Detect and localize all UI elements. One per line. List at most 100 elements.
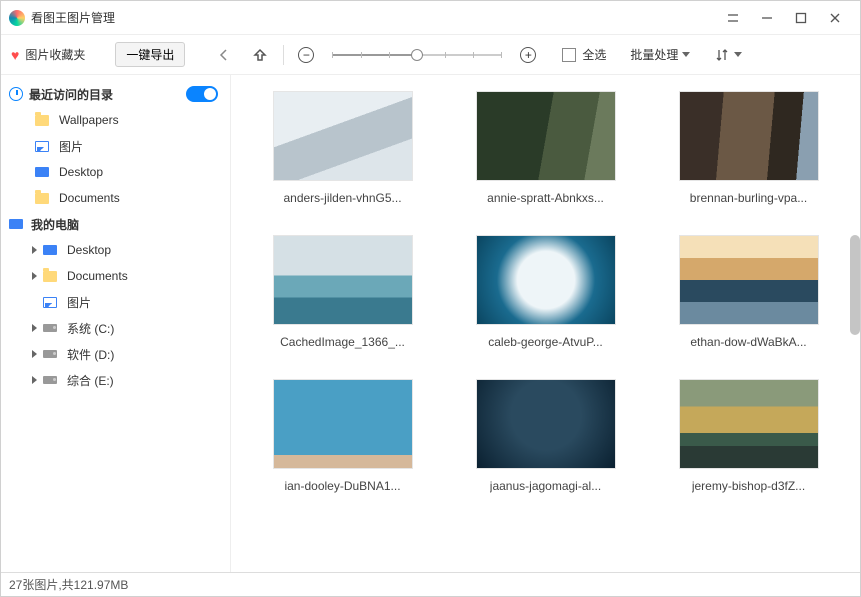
favorites-button[interactable]: ♥ 图片收藏夹 [11,46,85,63]
scrollbar-thumb[interactable] [850,235,860,335]
thumbnail-image [273,379,413,469]
sidebar-item-label: Desktop [67,243,111,257]
sidebar-item-label: Documents [59,191,120,205]
folder-icon [35,115,49,126]
select-all-checkbox[interactable]: 全选 [562,46,606,63]
thumbnail-grid-area: anders-jilden-vhnG5... annie-spratt-Abnkx… [231,75,860,572]
status-text: 27张图片,共121.97MB [9,576,128,593]
favorites-label: 图片收藏夹 [25,46,85,63]
zoom-out-button[interactable]: − [298,47,314,63]
thumbnail-label: annie-spratt-Abnkxs... [487,191,604,205]
thumbnail-label: CachedImage_1366_... [280,335,405,349]
sidebar-mypc-item[interactable]: 综合 (E:) [1,367,230,393]
window-title: 看图王图片管理 [31,9,716,26]
menu-button[interactable] [716,4,750,32]
toolbar: ♥ 图片收藏夹 一键导出 − + 全选 批量处理 [1,35,860,75]
back-button[interactable] [215,46,233,64]
close-button[interactable] [818,4,852,32]
statusbar: 27张图片,共121.97MB [1,572,860,596]
thumbnail-item[interactable]: CachedImage_1366_... [261,235,424,349]
recent-header-label: 最近访问的目录 [29,86,113,103]
titlebar: 看图王图片管理 [1,1,860,35]
thumbnail-label: ethan-dow-dWaBkA... [690,335,806,349]
my-pc-label: 我的电脑 [31,216,79,233]
thumbnail-item[interactable]: anders-jilden-vhnG5... [261,91,424,205]
drive-icon [43,324,57,332]
thumbnail-image [679,91,819,181]
sidebar-item-label: Wallpapers [59,113,119,127]
recent-toggle[interactable] [186,86,218,102]
clock-icon [9,87,23,101]
thumbnail-item[interactable]: caleb-george-AtvuP... [464,235,627,349]
up-button[interactable] [251,46,269,64]
thumbnail-item[interactable]: brennan-burling-vpa... [667,91,830,205]
pic-icon [35,141,49,152]
sidebar-mypc-item[interactable]: 软件 (D:) [1,341,230,367]
app-icon [9,10,25,26]
pic-icon [43,297,57,308]
thumbnail-item[interactable]: ethan-dow-dWaBkA... [667,235,830,349]
slider-thumb[interactable] [411,49,423,61]
chevron-down-icon [682,52,690,57]
thumbnail-image [679,235,819,325]
my-pc-header[interactable]: 我的电脑 [1,211,230,237]
export-button[interactable]: 一键导出 [115,42,185,67]
expander-icon [29,349,39,359]
thumbnail-item[interactable]: jeremy-bishop-d3fZ... [667,379,830,493]
thumbnail-label: brennan-burling-vpa... [690,191,807,205]
thumbnail-image [273,91,413,181]
expander-icon [29,297,39,307]
thumbnail-image [679,379,819,469]
batch-dropdown[interactable]: 批量处理 [630,46,690,63]
sidebar: 最近访问的目录 Wallpapers 图片 Desktop Documents 我的电… [1,75,231,572]
sidebar-item-label: 图片 [59,138,83,155]
folder-icon [35,193,49,204]
sidebar-recent-item[interactable]: Desktop [1,159,230,185]
thumbnail-item[interactable]: jaanus-jagomagi-al... [464,379,627,493]
folder-icon [43,271,57,282]
sidebar-recent-item[interactable]: 图片 [1,133,230,159]
maximize-button[interactable] [784,4,818,32]
thumbnail-item[interactable]: annie-spratt-Abnkxs... [464,91,627,205]
sidebar-item-label: Desktop [59,165,103,179]
checkbox-icon [562,48,576,62]
zoom-in-button[interactable]: + [520,47,536,63]
minimize-button[interactable] [750,4,784,32]
thumbnail-label: anders-jilden-vhnG5... [283,191,401,205]
thumbnail-label: jaanus-jagomagi-al... [490,479,601,493]
sidebar-item-label: 图片 [67,294,91,311]
thumbnail-item[interactable]: ian-dooley-DuBNA1... [261,379,424,493]
window-controls [716,4,852,32]
sidebar-mypc-item[interactable]: 图片 [1,289,230,315]
thumbnail-image [273,235,413,325]
monitor-icon [43,245,57,255]
thumbnail-image [476,235,616,325]
thumbnail-label: caleb-george-AtvuP... [488,335,603,349]
chevron-down-icon [734,52,742,57]
monitor-icon [35,167,49,177]
drive-icon [43,350,57,358]
sidebar-recent-item[interactable]: Wallpapers [1,107,230,133]
sort-dropdown[interactable] [714,47,742,63]
content-area: 最近访问的目录 Wallpapers 图片 Desktop Documents 我的电… [1,75,860,572]
recent-header[interactable]: 最近访问的目录 [1,81,230,107]
batch-label: 批量处理 [630,46,678,63]
sidebar-mypc-item[interactable]: Documents [1,263,230,289]
select-all-label: 全选 [582,46,606,63]
sidebar-mypc-item[interactable]: Desktop [1,237,230,263]
sidebar-recent-item[interactable]: Documents [1,185,230,211]
sidebar-item-label: Documents [67,269,128,283]
sidebar-mypc-item[interactable]: 系统 (C:) [1,315,230,341]
expander-icon [29,375,39,385]
thumbnail-label: ian-dooley-DuBNA1... [284,479,400,493]
expander-icon [29,323,39,333]
zoom-slider[interactable] [332,54,502,56]
heart-icon: ♥ [11,47,19,63]
sidebar-item-label: 综合 (E:) [67,372,114,389]
sidebar-item-label: 系统 (C:) [67,320,114,337]
sidebar-item-label: 软件 (D:) [67,346,114,363]
thumbnail-image [476,91,616,181]
expander-icon [29,245,39,255]
thumbnail-label: jeremy-bishop-d3fZ... [692,479,805,493]
monitor-icon [9,219,23,229]
